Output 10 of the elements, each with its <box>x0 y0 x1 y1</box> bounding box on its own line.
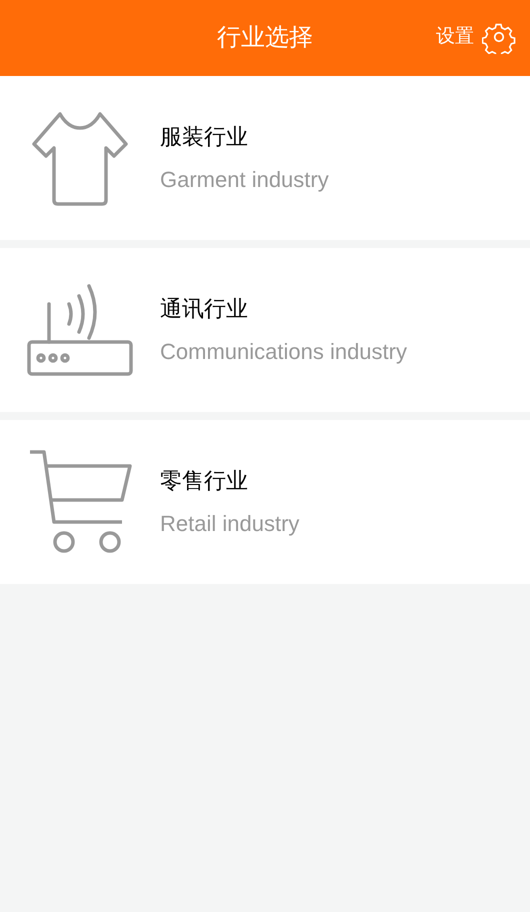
industry-name: 零售行业 <box>160 467 249 495</box>
industry-subtitle: Retail industry <box>160 510 300 538</box>
industry-name: 通讯行业 <box>160 295 249 323</box>
industry-item[interactable]: 通讯行业 Communications industry <box>0 248 530 412</box>
industry-name: 服装行业 <box>160 123 249 151</box>
industry-item[interactable]: 零售行业 Retail industry <box>0 420 530 584</box>
industry-item[interactable]: 服装行业 Garment industry <box>0 76 530 240</box>
industry-subtitle: Garment industry <box>160 166 329 194</box>
page-title: 行业选择 <box>217 23 313 53</box>
industry-subtitle: Communications industry <box>160 338 407 366</box>
